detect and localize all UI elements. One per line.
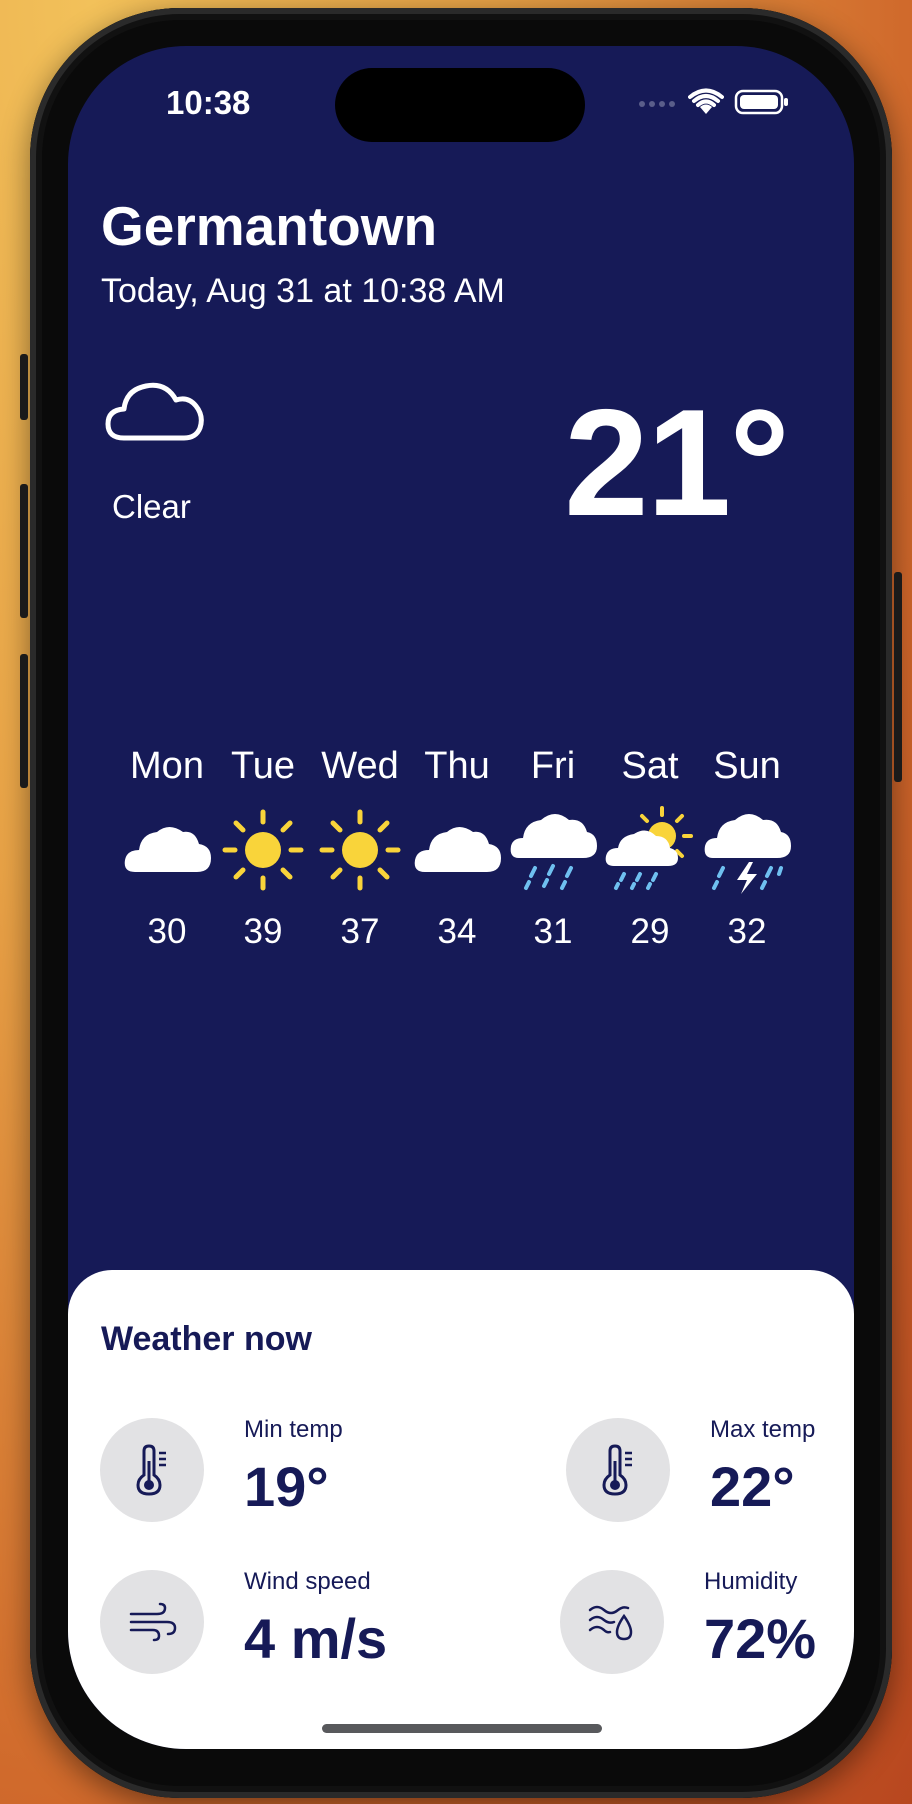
max-temp-badge <box>566 1418 670 1522</box>
forecast-day-sat: Sat 29 <box>602 738 698 952</box>
cloud-outline-icon <box>105 382 204 441</box>
power-button <box>894 572 902 782</box>
cloud-icon <box>124 827 211 872</box>
status-time: 10:38 <box>166 84 251 121</box>
city-name: Germantown <box>101 195 438 257</box>
wind-speed-value: 4 m/s <box>244 1607 388 1670</box>
status-indicators <box>638 88 790 116</box>
forecast-value: 39 <box>243 912 283 951</box>
current-temperature: 21° <box>564 378 790 548</box>
cellular-signal-icon <box>639 101 675 107</box>
forecast-day-sun: Sun 32 <box>699 738 795 952</box>
wind-icon <box>129 1602 177 1642</box>
forecast-value: 30 <box>147 912 187 951</box>
date-text: Today, Aug 31 at 10:38 AM <box>101 272 505 310</box>
forecast-day-label: Sat <box>621 745 679 787</box>
forecast-day-mon: Mon 30 <box>119 738 215 952</box>
wifi-icon <box>688 88 724 114</box>
forecast-value: 32 <box>727 912 767 951</box>
forecast-value: 37 <box>340 912 380 951</box>
max-temp-label: Max temp <box>710 1416 816 1443</box>
forecast-day-tue: Tue 39 <box>215 738 311 952</box>
card-title: Weather now <box>101 1320 312 1358</box>
weekly-forecast: Mon 30 Tue 39 Wed 37 Thu 34 Fri 31 Sat 2… <box>119 738 795 998</box>
forecast-day-label: Mon <box>130 745 204 787</box>
wind-speed-label: Wind speed <box>244 1568 371 1595</box>
current-condition: Clear <box>112 488 191 525</box>
forecast-day-fri: Fri 31 <box>505 738 601 952</box>
min-temp-value: 19° <box>244 1455 329 1518</box>
forecast-day-wed: Wed 37 <box>312 738 408 952</box>
app-screen: 10:38 Germantown Today, Aug 31 at 10:38 … <box>68 46 854 1749</box>
thermometer-icon <box>602 1444 632 1496</box>
forecast-day-thu: Thu 34 <box>409 738 505 952</box>
forecast-value: 31 <box>533 912 573 951</box>
forecast-day-label: Tue <box>230 745 296 787</box>
forecast-day-label: Fri <box>530 745 576 787</box>
sun-cloud-rain-icon <box>605 806 693 890</box>
sun-icon <box>319 809 401 891</box>
volume-up-button <box>20 484 28 618</box>
min-temp-label: Min temp <box>244 1416 343 1443</box>
forecast-day-label: Thu <box>424 745 490 787</box>
volume-down-button <box>20 654 28 788</box>
home-indicator[interactable] <box>322 1724 602 1733</box>
forecast-value: 29 <box>630 912 670 951</box>
cloud-icon <box>414 827 501 872</box>
humidity-badge <box>560 1570 664 1674</box>
thunderstorm-icon <box>704 814 791 894</box>
min-temp-badge <box>100 1418 204 1522</box>
sun-icon <box>222 809 304 891</box>
max-temp-value: 22° <box>710 1455 795 1518</box>
battery-icon <box>734 89 788 115</box>
dynamic-island <box>335 68 585 142</box>
humidity-label: Humidity <box>704 1568 798 1595</box>
thermometer-icon <box>136 1444 166 1496</box>
humidity-icon <box>588 1605 633 1641</box>
wind-speed-badge <box>100 1570 204 1674</box>
weather-now-card: Weather now Min temp 19° Max temp 22° Wi… <box>68 1270 854 1749</box>
forecast-day-label: Sun <box>713 745 781 787</box>
forecast-value: 34 <box>437 912 477 951</box>
forecast-day-label: Wed <box>321 745 399 787</box>
humidity-value: 72% <box>704 1607 817 1670</box>
rain-cloud-icon <box>510 814 597 890</box>
action-button <box>20 354 28 420</box>
